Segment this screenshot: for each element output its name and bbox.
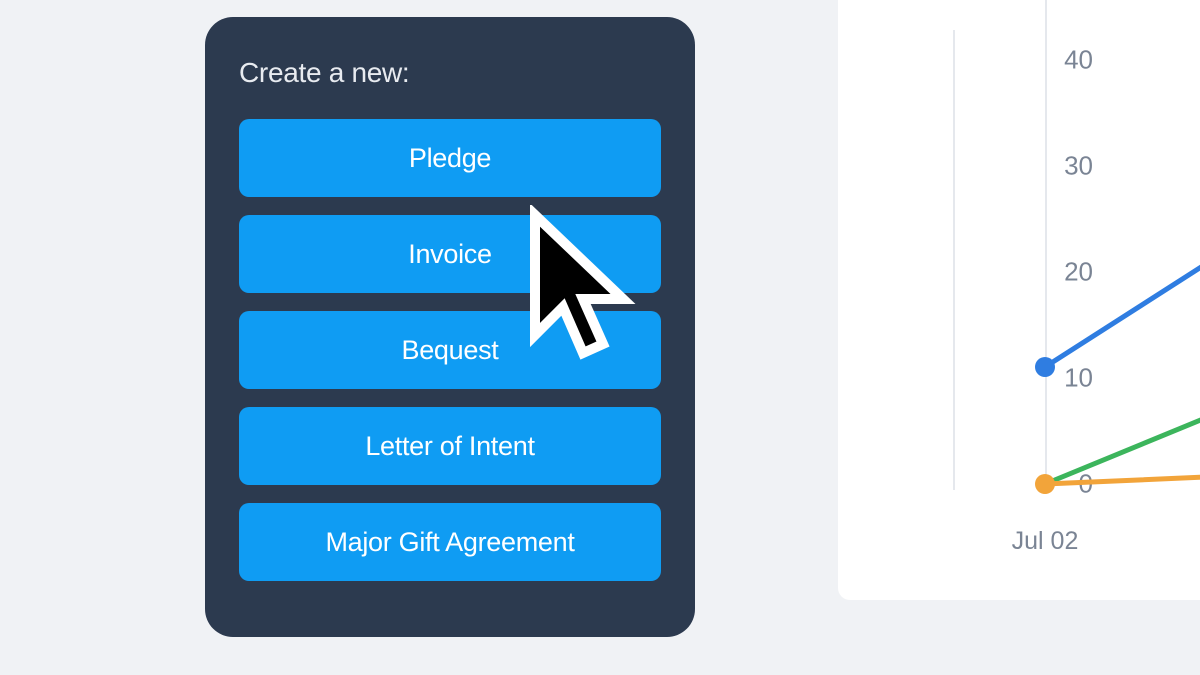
line-blue — [1045, 205, 1200, 367]
create-new-panel: Create a new: Pledge Invoice Bequest Let… — [205, 17, 695, 637]
button-stack: Pledge Invoice Bequest Letter of Intent … — [239, 119, 661, 581]
chart-area: 40 30 20 10 0 Jul 02 — [838, 0, 1200, 600]
chart-svg — [838, 0, 1200, 600]
invoice-button[interactable]: Invoice — [239, 215, 661, 293]
chart-card: 40 30 20 10 0 Jul 02 — [838, 0, 1200, 600]
major-gift-agreement-button[interactable]: Major Gift Agreement — [239, 503, 661, 581]
pledge-button[interactable]: Pledge — [239, 119, 661, 197]
line-green — [1045, 380, 1200, 484]
point-orange-0 — [1035, 474, 1055, 494]
panel-title: Create a new: — [239, 57, 661, 89]
point-blue-0 — [1035, 357, 1055, 377]
bequest-button[interactable]: Bequest — [239, 311, 661, 389]
letter-of-intent-button[interactable]: Letter of Intent — [239, 407, 661, 485]
